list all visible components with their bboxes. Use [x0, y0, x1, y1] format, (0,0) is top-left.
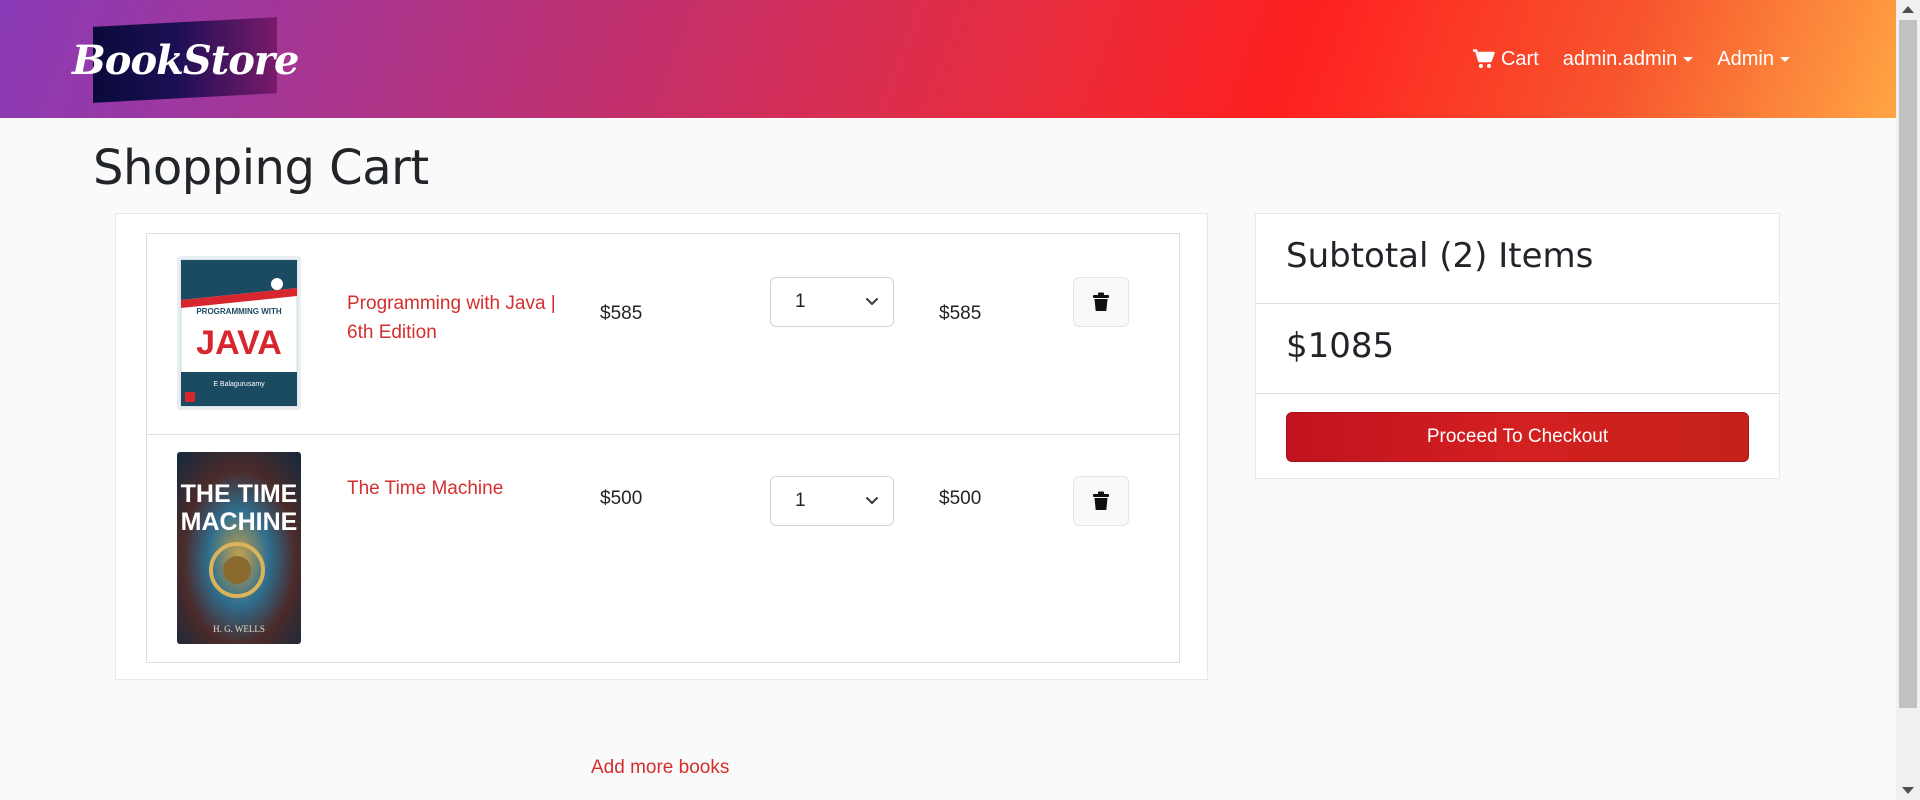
- admin-menu-label: Admin: [1717, 47, 1774, 70]
- quantity-select[interactable]: 1: [770, 476, 894, 526]
- book-cover-image: THE TIME MACHINE H. G. WELLS: [177, 452, 301, 644]
- order-summary-card: Subtotal (2) Items $1085 Proceed To Chec…: [1255, 213, 1780, 479]
- cart-item-row: PROGRAMMING WITH JAVA E Balagurusamy Pro…: [147, 234, 1179, 435]
- unit-price: $585: [600, 303, 643, 324]
- unit-price: $500: [600, 488, 643, 509]
- scroll-down-icon[interactable]: [1902, 787, 1914, 794]
- book-title-link[interactable]: The Time Machine: [347, 474, 562, 503]
- cover-author: H. G. WELLS: [213, 624, 265, 634]
- chevron-down-icon: [866, 298, 878, 305]
- delete-item-button[interactable]: [1073, 476, 1129, 526]
- subtotal-heading: Subtotal (2) Items: [1286, 236, 1594, 276]
- cart-item-row: THE TIME MACHINE H. G. WELLS The Time Ma…: [147, 434, 1179, 662]
- brand-logo-text: BookStore: [71, 36, 299, 84]
- subtotal-heading-section: Subtotal (2) Items: [1256, 214, 1779, 304]
- cart-item-list: PROGRAMMING WITH JAVA E Balagurusamy Pro…: [146, 233, 1180, 663]
- subtotal-amount: $1085: [1286, 326, 1395, 366]
- nav-right: Cart admin.admin Admin: [1449, 0, 1790, 118]
- book-cover-image: PROGRAMMING WITH JAVA E Balagurusamy: [177, 256, 301, 410]
- cover-text-line1: THE TIME: [181, 480, 298, 508]
- add-more-books-link[interactable]: Add more books: [591, 757, 729, 779]
- scroll-up-icon[interactable]: [1902, 6, 1914, 13]
- line-total: $585: [939, 303, 982, 324]
- line-total: $500: [939, 488, 982, 509]
- cover-text-line2: MACHINE: [181, 508, 298, 536]
- cover-text-line2: JAVA: [196, 324, 282, 362]
- page-title: Shopping Cart: [93, 140, 429, 196]
- caret-down-icon: [1683, 56, 1694, 62]
- trash-icon: [1093, 292, 1109, 311]
- subtotal-amount-section: $1085: [1256, 304, 1779, 394]
- user-menu-label: admin.admin: [1562, 47, 1678, 70]
- delete-item-button[interactable]: [1073, 277, 1129, 327]
- cover-author: E Balagurusamy: [213, 381, 265, 388]
- nav-cart-link[interactable]: Cart: [1472, 47, 1539, 71]
- caret-down-icon: [1780, 56, 1790, 62]
- nav-cart-label: Cart: [1500, 47, 1539, 70]
- brand-logo[interactable]: BookStore: [72, 17, 298, 103]
- admin-menu-dropdown[interactable]: Admin: [1717, 48, 1790, 71]
- proceed-to-checkout-button[interactable]: Proceed To Checkout: [1286, 412, 1749, 462]
- chevron-down-icon: [866, 497, 878, 504]
- cover-text-line1: PROGRAMMING WITH: [196, 307, 282, 316]
- book-title-link[interactable]: Programming with Java | 6th Edition: [347, 289, 562, 347]
- vertical-scrollbar[interactable]: [1896, 0, 1920, 800]
- scroll-thumb[interactable]: [1899, 20, 1917, 708]
- trash-icon: [1093, 491, 1109, 510]
- shopping-cart-icon: [1472, 49, 1495, 68]
- cart-card: PROGRAMMING WITH JAVA E Balagurusamy Pro…: [115, 213, 1208, 680]
- user-menu-dropdown[interactable]: admin.admin: [1563, 48, 1694, 71]
- quantity-value: 1: [795, 490, 806, 511]
- navbar: BookStore Cart admin.admin Admin: [0, 0, 1896, 118]
- quantity-select[interactable]: 1: [770, 277, 894, 327]
- quantity-value: 1: [795, 291, 806, 312]
